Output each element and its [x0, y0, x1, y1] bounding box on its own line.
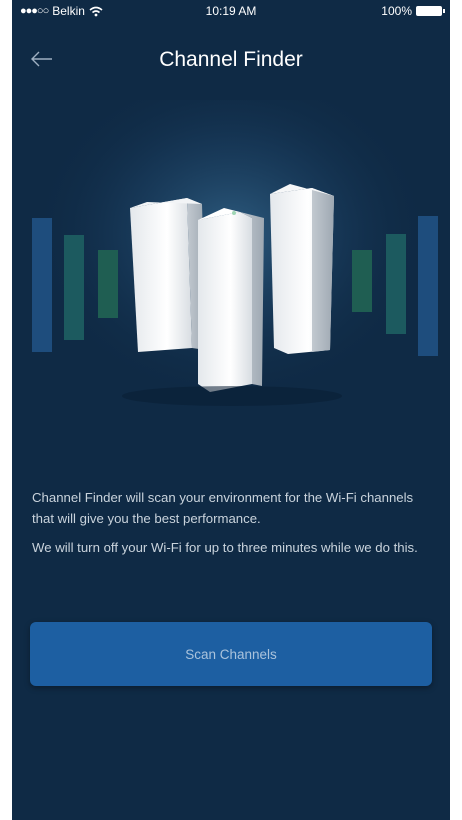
velop-nodes-illustration [31, 80, 438, 420]
status-bar: ●●●○○ Belkin 10:19 AM 100% [12, 0, 450, 22]
battery-percent: 100% [381, 4, 412, 18]
description-wifi-off: We will turn off your Wi-Fi for up to th… [32, 540, 418, 555]
scan-channels-button[interactable]: Scan Channels [30, 622, 432, 686]
page-title: Channel Finder [159, 48, 303, 71]
node-shadow [122, 386, 342, 406]
signal-bar-right-2 [386, 234, 406, 334]
description-scan: Channel Finder will scan your environmen… [32, 490, 414, 526]
channel-finder-screen: ●●●○○ Belkin 10:19 AM 100% Channel Finde… [12, 0, 450, 820]
nav-header: Channel Finder [12, 40, 450, 80]
signal-bar-right-1 [352, 250, 372, 312]
hero-illustration [12, 80, 450, 440]
battery-icon [416, 6, 445, 16]
status-light-icon [232, 211, 236, 215]
scan-channels-label: Scan Channels [185, 646, 277, 662]
signal-bar-left-3 [98, 250, 118, 318]
velop-node-left [130, 198, 206, 352]
signal-bar-right-3 [418, 216, 438, 356]
velop-node-right [270, 184, 334, 354]
signal-bar-left-2 [64, 235, 84, 340]
status-right: 100% [381, 4, 445, 18]
velop-node-front [198, 208, 264, 392]
signal-bar-left-1 [32, 218, 52, 352]
